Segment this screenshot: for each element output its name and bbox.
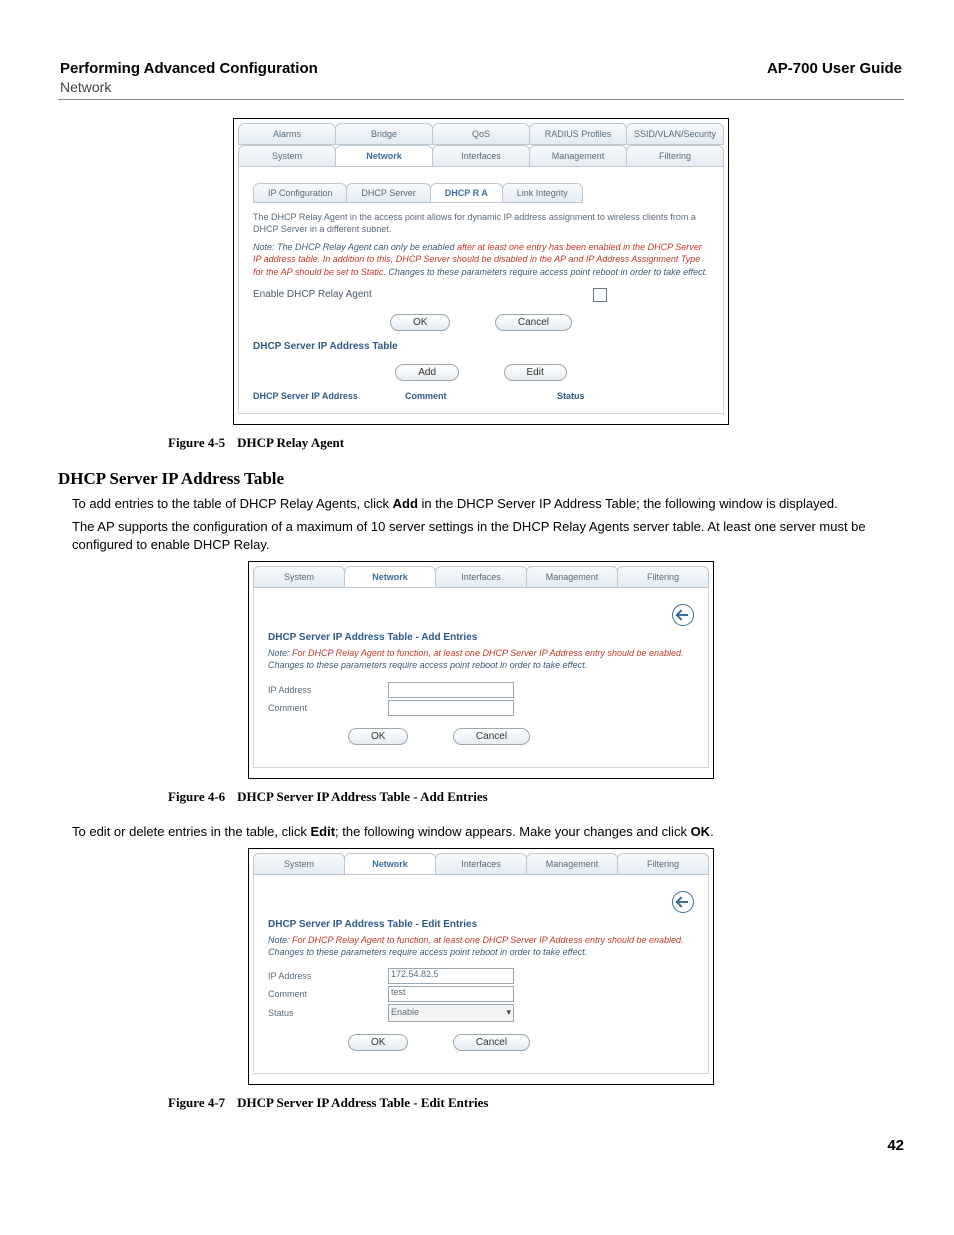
paragraph-edit-entries: To edit or delete entries in the table, …: [72, 823, 904, 841]
add-button[interactable]: Add: [395, 364, 459, 381]
edit-entries-heading: DHCP Server IP Address Table - Edit Entr…: [268, 919, 694, 930]
tab-bridge[interactable]: Bridge: [335, 123, 433, 145]
doc-section-title: Performing Advanced Configuration: [60, 60, 318, 77]
tab-filtering[interactable]: Filtering: [617, 853, 709, 875]
add-entries-note: Note: For DHCP Relay Agent to function, …: [268, 647, 694, 671]
tab-interfaces[interactable]: Interfaces: [432, 145, 530, 167]
cancel-button[interactable]: Cancel: [453, 728, 530, 745]
paragraph-max-servers: The AP supports the configuration of a m…: [72, 518, 904, 553]
tab-alarms[interactable]: Alarms: [238, 123, 336, 145]
tab-system[interactable]: System: [238, 145, 336, 167]
cancel-button[interactable]: Cancel: [495, 314, 572, 331]
ip-address-label: IP Address: [268, 685, 388, 695]
back-arrow-icon[interactable]: [672, 891, 694, 913]
note-lead: Note: The DHCP Relay Agent can only be e…: [253, 242, 457, 252]
tab-filtering[interactable]: Filtering: [617, 566, 709, 588]
doc-section-sub: Network: [58, 79, 904, 95]
header-divider: [58, 99, 904, 100]
paragraph-add-entries: To add entries to the table of DHCP Rela…: [72, 495, 904, 513]
subtab-dhcp-server[interactable]: DHCP Server: [346, 183, 430, 203]
tab-management[interactable]: Management: [529, 145, 627, 167]
figure-4-5-caption: Figure 4-5 DHCP Relay Agent: [168, 435, 794, 451]
col-ip-address: DHCP Server IP Address: [253, 391, 405, 401]
tab-network[interactable]: Network: [344, 566, 436, 588]
ip-table-header: DHCP Server IP Address Comment Status: [253, 391, 709, 401]
tab-network[interactable]: Network: [335, 145, 433, 167]
col-comment: Comment: [405, 391, 557, 401]
enable-relay-agent-checkbox[interactable]: [593, 288, 607, 302]
ok-button[interactable]: OK: [348, 1034, 408, 1051]
tab-system[interactable]: System: [253, 566, 345, 588]
relay-agent-description: The DHCP Relay Agent in the access point…: [253, 211, 709, 235]
tab-management[interactable]: Management: [526, 853, 618, 875]
ip-address-input[interactable]: [388, 682, 514, 698]
edit-button[interactable]: Edit: [504, 364, 567, 381]
cancel-button[interactable]: Cancel: [453, 1034, 530, 1051]
tab-filtering[interactable]: Filtering: [626, 145, 724, 167]
comment-label: Comment: [268, 703, 388, 713]
section-heading-ip-table: DHCP Server IP Address Table: [58, 469, 904, 489]
ip-table-heading: DHCP Server IP Address Table: [253, 341, 709, 352]
comment-input[interactable]: test: [388, 986, 514, 1002]
top-tabs-row2: System Network Interfaces Management Fil…: [238, 145, 724, 167]
relay-agent-note: Note: The DHCP Relay Agent can only be e…: [253, 241, 709, 277]
ok-button[interactable]: OK: [390, 314, 450, 331]
caption-number: Figure 4-5: [168, 435, 225, 450]
tab-interfaces[interactable]: Interfaces: [435, 853, 527, 875]
ip-address-input[interactable]: 172.54.82.5: [388, 968, 514, 984]
figure-4-7: System Network Interfaces Management Fil…: [248, 848, 714, 1085]
subtab-dhcp-ra[interactable]: DHCP R A: [430, 183, 503, 203]
edit-entries-note: Note: For DHCP Relay Agent to function, …: [268, 934, 694, 958]
enable-relay-agent-label: Enable DHCP Relay Agent: [253, 289, 393, 300]
caption-title: DHCP Relay Agent: [237, 435, 344, 450]
status-label: Status: [268, 1008, 388, 1018]
status-select[interactable]: Enable: [388, 1004, 514, 1022]
top-tabs-row1: Alarms Bridge QoS RADIUS Profiles SSID/V…: [238, 123, 724, 145]
tab-interfaces[interactable]: Interfaces: [435, 566, 527, 588]
subtabs-row: IP Configuration DHCP Server DHCP R A Li…: [253, 183, 709, 203]
figure-4-7-caption: Figure 4-7DHCP Server IP Address Table -…: [168, 1095, 794, 1111]
tab-radius-profiles[interactable]: RADIUS Profiles: [529, 123, 627, 145]
back-arrow-icon[interactable]: [672, 604, 694, 626]
tab-system[interactable]: System: [253, 853, 345, 875]
tab-network[interactable]: Network: [344, 853, 436, 875]
page-number: 42: [58, 1137, 904, 1154]
col-status: Status: [557, 391, 709, 401]
figure-4-6-caption: Figure 4-6DHCP Server IP Address Table -…: [168, 789, 794, 805]
subtab-link-integrity[interactable]: Link Integrity: [502, 183, 583, 203]
tab-qos[interactable]: QoS: [432, 123, 530, 145]
ip-address-label: IP Address: [268, 971, 388, 981]
doc-guide-title: AP-700 User Guide: [767, 60, 902, 77]
tab-ssid-vlan-security[interactable]: SSID/VLAN/Security: [626, 123, 724, 145]
figure-4-5: Alarms Bridge QoS RADIUS Profiles SSID/V…: [233, 118, 729, 425]
note-tail: Changes to these parameters require acce…: [386, 267, 708, 277]
ok-button[interactable]: OK: [348, 728, 408, 745]
figure-4-6: System Network Interfaces Management Fil…: [248, 561, 714, 778]
subtab-ip-configuration[interactable]: IP Configuration: [253, 183, 347, 203]
comment-label: Comment: [268, 989, 388, 999]
add-entries-heading: DHCP Server IP Address Table - Add Entri…: [268, 632, 694, 643]
comment-input[interactable]: [388, 700, 514, 716]
tab-management[interactable]: Management: [526, 566, 618, 588]
